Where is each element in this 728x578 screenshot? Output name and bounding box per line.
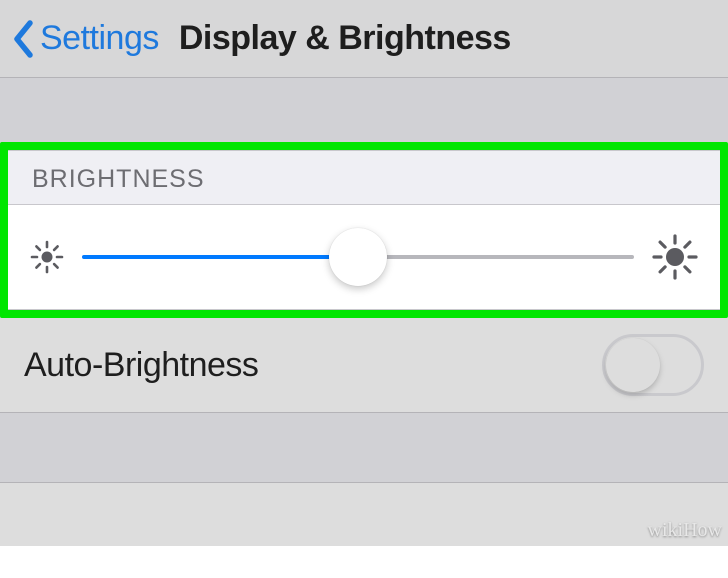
slider-thumb[interactable] [329,228,387,286]
back-button-label[interactable]: Settings [40,19,159,58]
toggle-knob [606,338,660,392]
brightness-section-header: BRIGHTNESS [8,150,720,204]
back-chevron-icon[interactable] [12,20,34,58]
auto-brightness-toggle[interactable] [602,334,704,396]
auto-brightness-row: Auto-Brightness [0,318,728,413]
brightness-high-icon [652,234,698,280]
next-row[interactable] [0,483,728,578]
highlight-annotation: BRIGHTNESS [0,142,728,318]
spacer [0,78,728,142]
brightness-low-icon [30,240,64,274]
brightness-slider-row [8,204,720,310]
auto-brightness-label: Auto-Brightness [24,346,258,385]
watermark: wikiHow [648,519,722,542]
slider-track-fill [82,255,358,259]
nav-header: Settings Display & Brightness [0,0,728,78]
page-title: Display & Brightness [179,19,511,58]
brightness-slider[interactable] [82,255,634,259]
spacer [0,413,728,483]
slider-track-rest [358,255,634,259]
